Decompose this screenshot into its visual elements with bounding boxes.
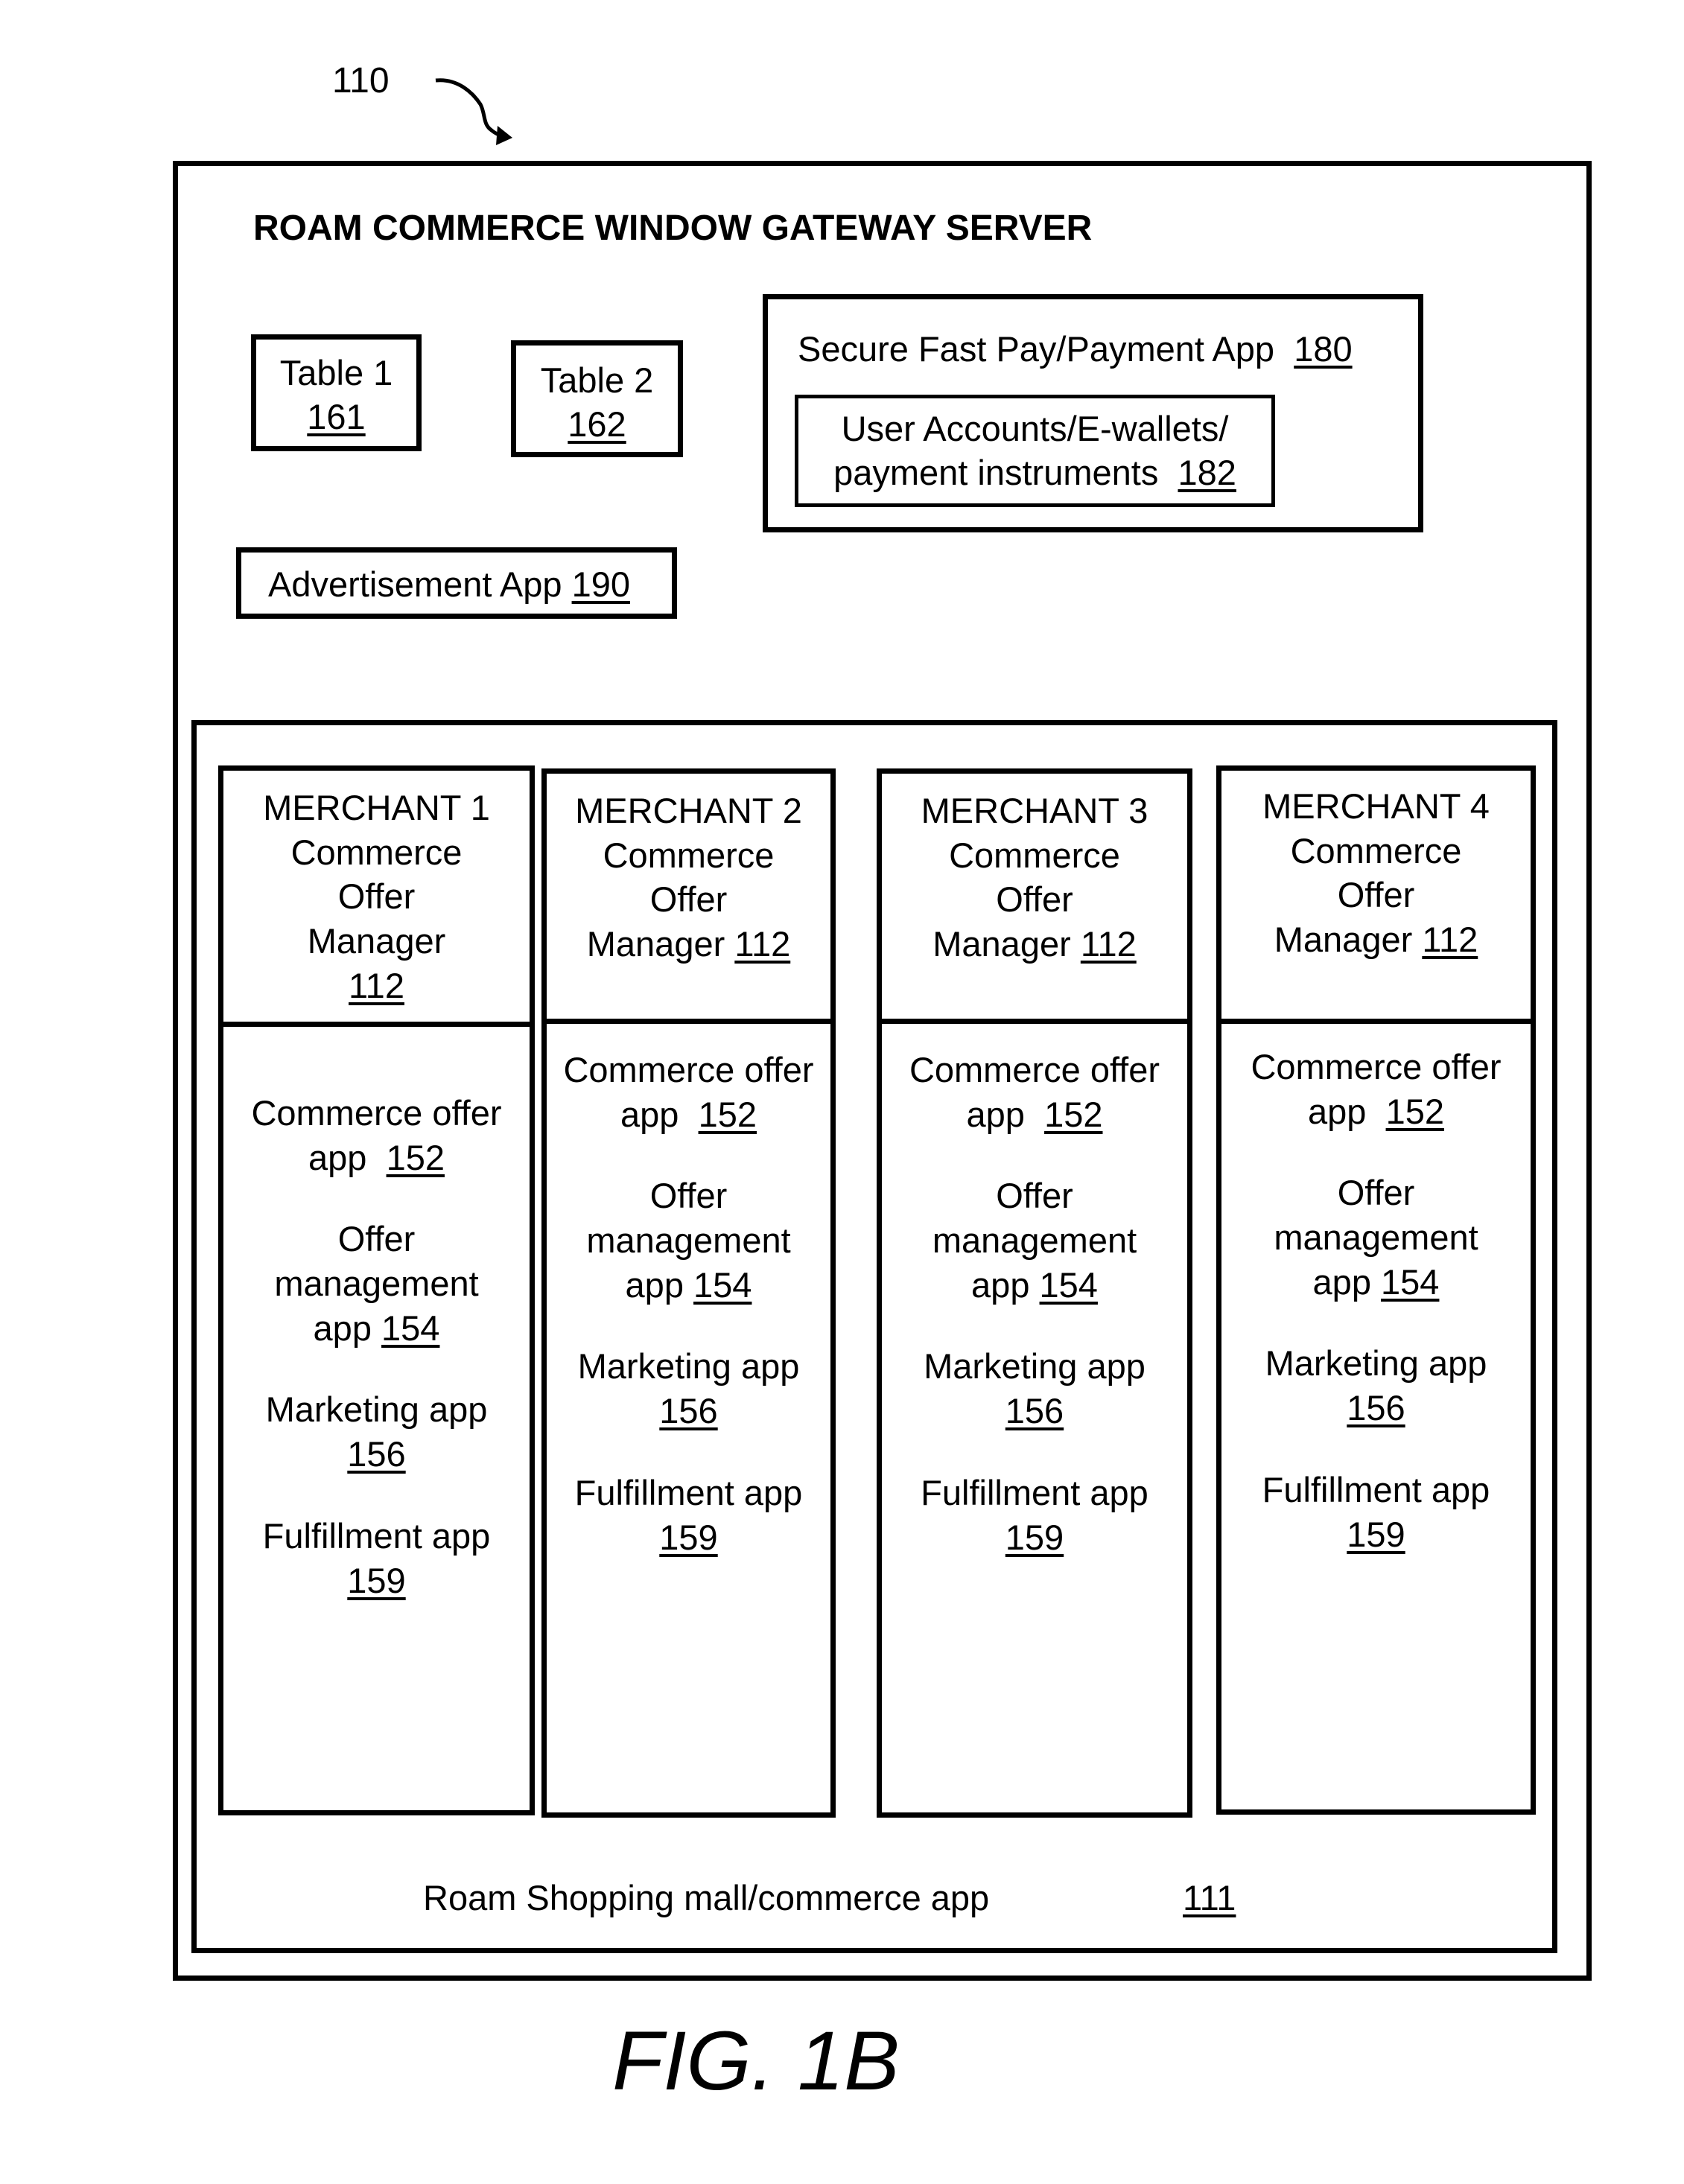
- manager-line: Manager: [586, 924, 725, 964]
- fulfillment-app: Fulfillment app 159: [921, 1472, 1148, 1557]
- offer-management-app: Offer management app 154: [274, 1219, 479, 1348]
- advertisement-app-ref: 190: [571, 564, 630, 604]
- manager-ref: 112: [349, 965, 404, 1005]
- offer-management-app: Offer management app 154: [586, 1176, 791, 1305]
- table-1-ref: 161: [307, 396, 366, 436]
- merchant-offer-manager: MERCHANT 3 Commerce Offer Manager 112: [882, 774, 1187, 1024]
- table-2-ref: 162: [568, 404, 626, 444]
- merchant-name: MERCHANT 2: [575, 791, 802, 830]
- payment-app-ref: 180: [1294, 329, 1353, 369]
- merchant-column: MERCHANT 1 Commerce Offer Manager 112 Co…: [218, 765, 535, 1815]
- merchant-offer-manager: MERCHANT 4 Commerce Offer Manager 112: [1221, 771, 1531, 1024]
- user-accounts-ref: 182: [1178, 452, 1236, 492]
- table-2-label: Table 2: [540, 360, 654, 400]
- merchant-name: MERCHANT 4: [1262, 786, 1490, 826]
- manager-ref: 112: [1080, 924, 1137, 964]
- user-accounts-box: User Accounts/E-wallets/ payment instrum…: [795, 395, 1275, 507]
- fulfillment-app: Fulfillment app 159: [1262, 1469, 1490, 1554]
- manager-line: Offer: [337, 876, 416, 917]
- advertisement-app-box: Advertisement App 190: [236, 547, 677, 619]
- fulfillment-app: Fulfillment app 159: [262, 1515, 491, 1600]
- fulfillment-app: Fulfillment app 159: [574, 1472, 803, 1557]
- marketing-app: Marketing app 156: [1265, 1343, 1487, 1428]
- commerce-offer-app: Commerce offer app 152: [909, 1050, 1160, 1134]
- commerce-offer-app: Commerce offer app 152: [563, 1050, 814, 1134]
- manager-line: Manager: [307, 921, 446, 961]
- figure-caption: FIG. 1B: [612, 2014, 900, 2107]
- manager-ref: 112: [1422, 920, 1478, 960]
- manager-line: Offer: [649, 879, 728, 920]
- shopping-mall-label: Roam Shopping mall/commerce app: [423, 1878, 990, 1917]
- payment-app-box: Secure Fast Pay/Payment App 180 User Acc…: [763, 294, 1423, 532]
- manager-line: Commerce: [290, 832, 463, 872]
- marketing-app: Marketing app 156: [577, 1346, 800, 1431]
- merchant-column: MERCHANT 4 Commerce Offer Manager 112 Co…: [1216, 765, 1536, 1815]
- manager-line: Offer: [996, 879, 1073, 920]
- manager-line: Manager: [932, 924, 1071, 964]
- merchant-offer-manager: MERCHANT 1 Commerce Offer Manager 112: [223, 771, 530, 1027]
- merchant-column: MERCHANT 3 Commerce Offer Manager 112 Co…: [877, 768, 1192, 1818]
- server-title: ROAM COMMERCE WINDOW GATEWAY SERVER: [253, 208, 1093, 248]
- marketing-app: Marketing app 156: [924, 1346, 1146, 1431]
- table-2-box: Table 2 162: [511, 340, 683, 457]
- marketing-app: Marketing app 156: [265, 1389, 488, 1474]
- reference-label-110: 110: [332, 61, 390, 101]
- commerce-offer-app: Commerce offer app 152: [1251, 1047, 1502, 1131]
- manager-line: Commerce: [1290, 830, 1462, 870]
- user-accounts-line1: User Accounts/E-wallets/: [841, 409, 1229, 448]
- reference-arrow-icon: [435, 78, 512, 145]
- offer-management-app: Offer management app 154: [1274, 1173, 1478, 1302]
- merchant-offer-manager: MERCHANT 2 Commerce Offer Manager 112: [547, 774, 830, 1024]
- payment-app-label: Secure Fast Pay/Payment App: [798, 329, 1275, 369]
- merchant-name: MERCHANT 1: [263, 788, 490, 827]
- table-1-label: Table 1: [279, 353, 393, 392]
- merchant-column: MERCHANT 2 Commerce Offer Manager 112 Co…: [541, 768, 836, 1818]
- table-1-box: Table 1 161: [251, 334, 422, 451]
- manager-line: Manager: [1274, 920, 1413, 960]
- offer-management-app: Offer management app 154: [932, 1176, 1137, 1305]
- manager-line: Offer: [1337, 875, 1415, 915]
- manager-line: Commerce: [949, 835, 1120, 875]
- shopping-mall-ref: 111: [1183, 1878, 1236, 1917]
- manager-ref: 112: [734, 924, 791, 964]
- advertisement-app-label: Advertisement App: [268, 564, 562, 604]
- user-accounts-line2: payment instruments: [833, 452, 1159, 492]
- merchant-name: MERCHANT 3: [921, 791, 1148, 830]
- manager-line: Commerce: [603, 835, 775, 875]
- commerce-offer-app: Commerce offer app 152: [251, 1093, 502, 1177]
